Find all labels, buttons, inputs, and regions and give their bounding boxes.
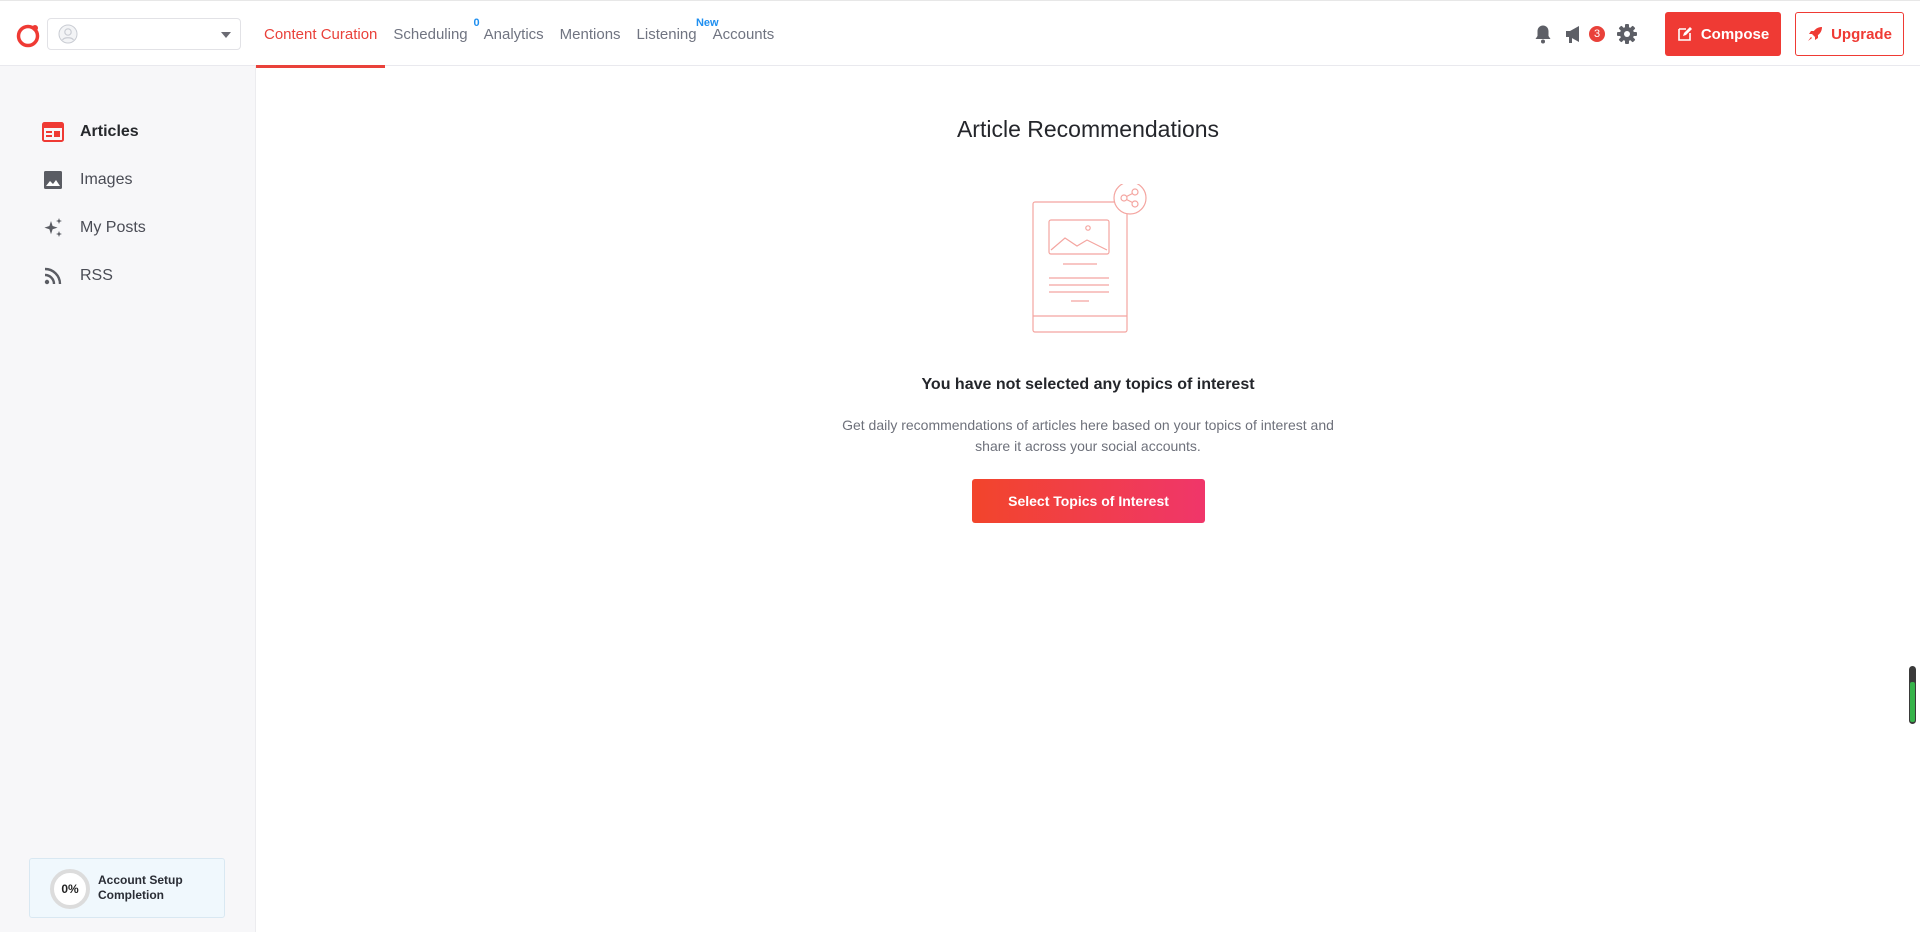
gear-icon[interactable] [1616, 23, 1638, 45]
setup-label-line2: Completion [98, 888, 164, 902]
account-setup-card[interactable]: 0% Account Setup Completion [29, 858, 225, 918]
sparkle-icon [42, 217, 64, 239]
article-illustration [1032, 184, 1147, 333]
compose-icon [1678, 27, 1692, 41]
select-topics-button[interactable]: Select Topics of Interest [972, 479, 1205, 523]
nav-label: Scheduling [393, 25, 468, 43]
nav-label: Mentions [559, 25, 621, 43]
nav-scheduling[interactable]: Scheduling 0 [385, 1, 479, 67]
upgrade-label: Upgrade [1831, 25, 1892, 43]
main-content: Article Recommendations You have not sel… [256, 66, 1920, 932]
main-nav: Content Curation Scheduling 0 Analytics … [256, 1, 783, 68]
sidebar-item-label: Images [80, 171, 133, 188]
scroll-indicator[interactable] [1909, 666, 1916, 724]
nav-label: Listening [636, 25, 697, 43]
sidebar-item-images[interactable]: Images [42, 165, 132, 195]
sidebar-item-articles[interactable]: Articles [42, 117, 139, 147]
compose-button[interactable]: Compose [1665, 12, 1781, 56]
nav-mentions[interactable]: Mentions [552, 1, 629, 67]
sidebar-item-rss[interactable]: RSS [42, 261, 113, 291]
compose-label: Compose [1700, 25, 1770, 43]
nav-content-curation[interactable]: Content Curation [256, 1, 386, 68]
sidebar-item-my-posts[interactable]: My Posts [42, 213, 146, 243]
nav-analytics[interactable]: Analytics [476, 1, 552, 67]
sidebar-item-label: RSS [80, 267, 113, 284]
nav-listening[interactable]: Listening New [629, 1, 719, 67]
sidebar: Articles Images My Posts RSS 0% Account … [0, 66, 256, 932]
rocket-icon [1808, 27, 1823, 41]
setup-label-line1: Account Setup [98, 873, 183, 887]
image-icon [42, 169, 64, 191]
empty-state-title: You have not selected any topics of inte… [921, 376, 1255, 393]
empty-state-description: Get daily recommendations of articles he… [842, 417, 1334, 454]
bell-icon[interactable] [1532, 23, 1554, 45]
setup-label: Account Setup Completion [98, 873, 183, 903]
nav-label: Analytics [483, 25, 544, 43]
nav-label: Accounts [712, 25, 775, 43]
setup-progress-ring: 0% [50, 869, 90, 909]
upgrade-button[interactable]: Upgrade [1795, 12, 1904, 56]
page-title: Article Recommendations [956, 116, 1220, 142]
top-bar: Content Curation Scheduling 0 Analytics … [0, 0, 1920, 68]
app-logo-icon[interactable] [15, 22, 41, 48]
nav-accounts[interactable]: Accounts [705, 1, 783, 67]
megaphone-icon[interactable] [1564, 23, 1588, 45]
rss-icon [42, 265, 64, 287]
announcements-count-badge: 3 [1589, 26, 1605, 42]
scroll-indicator-fill [1910, 681, 1915, 722]
setup-percent: 0% [61, 882, 79, 896]
nav-label: Content Curation [264, 25, 378, 43]
avatar-icon [58, 24, 78, 44]
sidebar-item-label: My Posts [80, 219, 146, 236]
articles-icon [42, 121, 64, 143]
chevron-down-icon [221, 32, 231, 38]
sidebar-item-label: Articles [80, 123, 139, 140]
workspace-selector[interactable] [47, 18, 241, 50]
